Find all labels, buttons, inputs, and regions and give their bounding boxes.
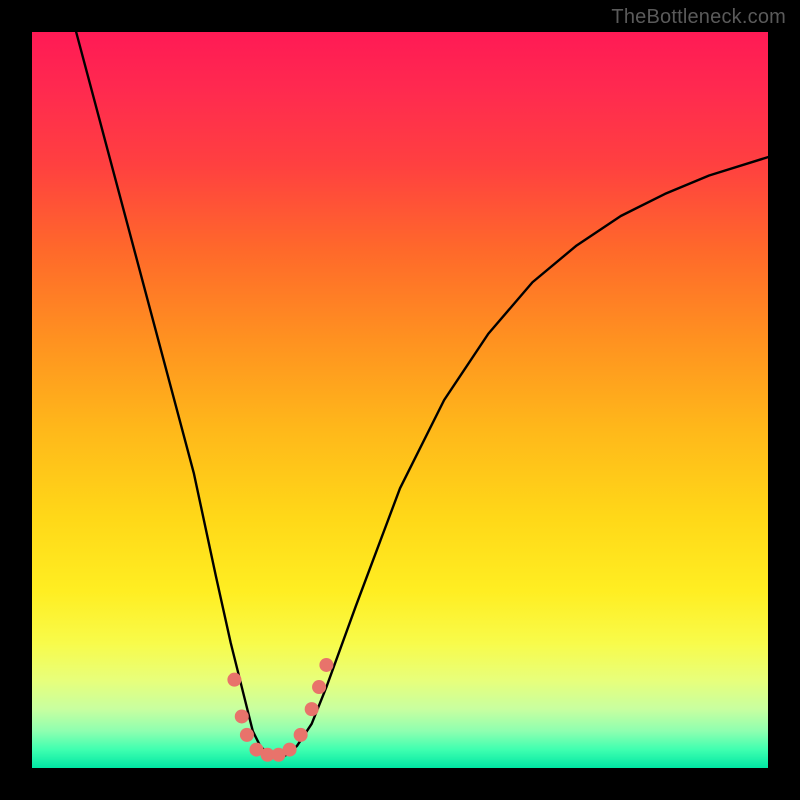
plot-area bbox=[32, 32, 768, 768]
marker-dot bbox=[235, 709, 249, 723]
marker-dot bbox=[240, 728, 254, 742]
marker-dot bbox=[312, 680, 326, 694]
marker-dot bbox=[319, 658, 333, 672]
curve-markers bbox=[227, 658, 333, 762]
marker-dot bbox=[294, 728, 308, 742]
attribution-label: TheBottleneck.com bbox=[611, 6, 786, 29]
chart-svg bbox=[32, 32, 768, 768]
marker-dot bbox=[283, 743, 297, 757]
marker-dot bbox=[227, 673, 241, 687]
marker-dot bbox=[305, 702, 319, 716]
outer-frame: TheBottleneck.com bbox=[0, 0, 800, 800]
curve-line bbox=[76, 32, 768, 757]
